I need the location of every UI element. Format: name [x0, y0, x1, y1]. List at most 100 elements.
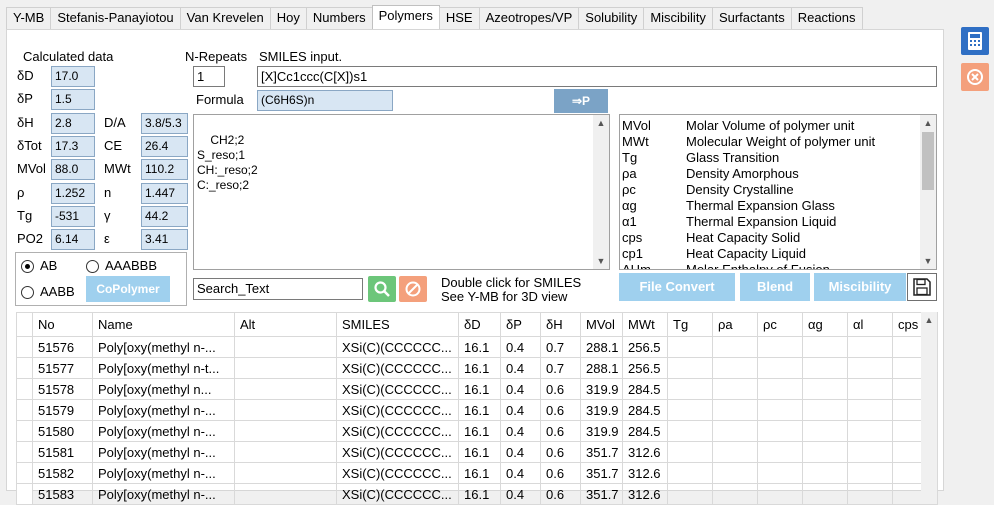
row-header[interactable] — [16, 420, 33, 442]
save-button[interactable] — [907, 273, 937, 301]
table-cell[interactable]: 0.6 — [540, 378, 581, 400]
table-cell[interactable] — [667, 420, 713, 442]
table-row[interactable]: 51576 Poly[oxy(methyl n-... XSi(C)(CCCCCC.… — [16, 336, 938, 358]
table-cell[interactable] — [757, 420, 803, 442]
table-cell[interactable] — [847, 336, 893, 358]
table-cell[interactable] — [712, 420, 758, 442]
column-header[interactable]: δD — [458, 312, 501, 337]
table-cell[interactable]: 0.6 — [540, 399, 581, 421]
table-cell[interactable]: 0.6 — [540, 462, 581, 484]
scroll-down-icon[interactable]: ▼ — [593, 253, 609, 269]
table-cell[interactable] — [712, 357, 758, 379]
table-cell[interactable]: Poly[oxy(methyl n-... — [92, 336, 235, 358]
row-header[interactable] — [16, 462, 33, 484]
table-cell[interactable]: 0.4 — [500, 357, 541, 379]
column-header[interactable]: Name — [92, 312, 235, 337]
table-cell[interactable] — [234, 441, 337, 463]
tab-van-krevelen[interactable]: Van Krevelen — [179, 7, 271, 29]
table-cell[interactable] — [847, 462, 893, 484]
convert-to-polymer-button[interactable]: ⇒P — [554, 89, 608, 113]
column-header[interactable]: δP — [500, 312, 541, 337]
table-cell[interactable] — [712, 336, 758, 358]
table-cell[interactable]: Poly[oxy(methyl n-t... — [92, 357, 235, 379]
table-cell[interactable]: 312.6 — [622, 462, 668, 484]
table-cell[interactable]: Poly[oxy(methyl n-... — [92, 483, 235, 505]
column-header[interactable]: Tg — [667, 312, 713, 337]
column-header[interactable]: αg — [802, 312, 848, 337]
file-convert-button[interactable]: File Convert — [619, 273, 735, 301]
column-header[interactable]: No — [32, 312, 93, 337]
table-cell[interactable] — [757, 441, 803, 463]
tab-azeotropes-vp[interactable]: Azeotropes/VP — [478, 7, 580, 29]
n-repeats-input[interactable]: 1 — [193, 66, 225, 87]
table-cell[interactable] — [712, 462, 758, 484]
scroll-up-icon[interactable]: ▲ — [921, 315, 937, 325]
column-header[interactable]: MWt — [622, 312, 668, 337]
table-cell[interactable]: 0.6 — [540, 483, 581, 505]
tab-y-mb[interactable]: Y-MB — [6, 7, 52, 29]
table-cell[interactable]: 288.1 — [580, 336, 623, 358]
table-cell[interactable] — [234, 420, 337, 442]
table-cell[interactable] — [667, 399, 713, 421]
table-cell[interactable]: XSi(C)(CCCCCC... — [336, 462, 459, 484]
table-row[interactable]: 51578 Poly[oxy(methyl n... XSi(C)(CCCCCC..… — [16, 378, 938, 400]
table-cell[interactable] — [667, 441, 713, 463]
table-cell[interactable] — [847, 483, 893, 505]
table-cell[interactable]: 51577 — [32, 357, 93, 379]
table-cell[interactable] — [757, 378, 803, 400]
table-cell[interactable]: 16.1 — [458, 420, 501, 442]
table-cell[interactable] — [847, 399, 893, 421]
tab-reactions[interactable]: Reactions — [790, 7, 863, 29]
table-cell[interactable] — [802, 357, 848, 379]
copolymer-button[interactable]: CoPolymer — [86, 276, 170, 302]
tab-hoy[interactable]: Hoy — [269, 7, 307, 29]
table-cell[interactable]: Poly[oxy(methyl n-... — [92, 462, 235, 484]
table-cell[interactable]: 0.4 — [500, 462, 541, 484]
column-header[interactable]: δH — [540, 312, 581, 337]
table-cell[interactable]: 0.4 — [500, 336, 541, 358]
table-cell[interactable] — [234, 399, 337, 421]
groups-textarea[interactable]: CH2;2 S_reso;1 CH:_reso;2 C:_reso;2 ▲ ▼ — [193, 114, 610, 270]
column-header[interactable]: SMILES — [336, 312, 459, 337]
table-row[interactable]: 51582 Poly[oxy(methyl n-... XSi(C)(CCCCCC.… — [16, 462, 938, 484]
calculator-icon[interactable] — [961, 27, 989, 55]
column-header[interactable]: Alt — [234, 312, 337, 337]
table-cell[interactable] — [802, 336, 848, 358]
table-cell[interactable] — [712, 441, 758, 463]
table-cell[interactable]: 16.1 — [458, 462, 501, 484]
table-cell[interactable]: 312.6 — [622, 483, 668, 505]
table-cell[interactable]: 319.9 — [580, 378, 623, 400]
scroll-up-icon[interactable]: ▲ — [593, 115, 609, 131]
column-header[interactable]: ρa — [712, 312, 758, 337]
table-cell[interactable]: 0.4 — [500, 420, 541, 442]
table-cell[interactable]: 351.7 — [580, 483, 623, 505]
blend-button[interactable]: Blend — [740, 273, 810, 301]
table-cell[interactable]: XSi(C)(CCCCCC... — [336, 336, 459, 358]
table-row[interactable]: 51579 Poly[oxy(methyl n-... XSi(C)(CCCCCC.… — [16, 399, 938, 421]
table-cell[interactable] — [667, 336, 713, 358]
tab-numbers[interactable]: Numbers — [305, 7, 373, 29]
table-cell[interactable] — [802, 399, 848, 421]
table-cell[interactable]: Poly[oxy(methyl n-... — [92, 420, 235, 442]
table-cell[interactable] — [802, 462, 848, 484]
table-row[interactable]: 51577 Poly[oxy(methyl n-t... XSi(C)(CCCCCC… — [16, 357, 938, 379]
table-cell[interactable]: 0.6 — [540, 420, 581, 442]
table-cell[interactable] — [234, 357, 337, 379]
table-cell[interactable]: 51578 — [32, 378, 93, 400]
smiles-input[interactable]: [X]Cc1ccc(C[X])s1 — [257, 66, 937, 87]
row-header[interactable] — [16, 483, 33, 505]
table-cell[interactable]: XSi(C)(CCCCCC... — [336, 441, 459, 463]
table-cell[interactable]: XSi(C)(CCCCCC... — [336, 357, 459, 379]
polymer-table[interactable]: No Name Alt SMILES δD δP δH MVol MWt Tg ρa ρc αg αl cp… — [16, 312, 938, 505]
table-cell[interactable]: 16.1 — [458, 399, 501, 421]
row-header[interactable] — [16, 378, 33, 400]
table-cell[interactable]: 312.6 — [622, 441, 668, 463]
table-cell[interactable]: 0.4 — [500, 399, 541, 421]
table-cell[interactable] — [757, 462, 803, 484]
table-cell[interactable]: XSi(C)(CCCCCC... — [336, 378, 459, 400]
table-cell[interactable]: Poly[oxy(methyl n-... — [92, 399, 235, 421]
scroll-up-icon[interactable]: ▲ — [920, 115, 936, 131]
clear-search-button[interactable] — [399, 276, 427, 302]
table-cell[interactable]: 351.7 — [580, 441, 623, 463]
table-cell[interactable] — [667, 357, 713, 379]
